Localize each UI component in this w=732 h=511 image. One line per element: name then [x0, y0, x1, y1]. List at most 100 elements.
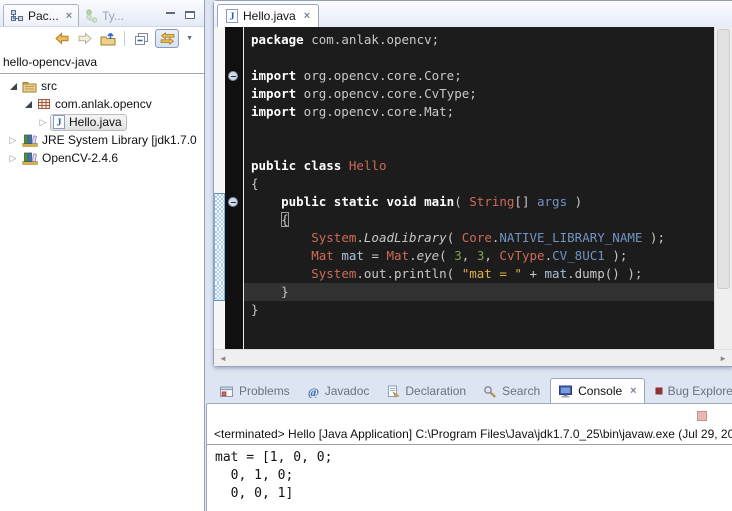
package-folder-icon: [22, 80, 37, 93]
annotation-ruler: [214, 211, 225, 229]
fold-gutter: [225, 139, 244, 157]
type-hierarchy-icon: [85, 9, 98, 23]
annotation-ruler: [214, 157, 225, 175]
close-icon[interactable]: ×: [66, 10, 72, 22]
code-token: import: [251, 104, 296, 119]
tree-item-selection: JRE System Library [jdk1.7.0: [20, 132, 201, 149]
code-text: import org.opencv.core.Mat;: [244, 103, 714, 121]
collapse-all-button[interactable]: [132, 30, 151, 48]
tab-hello-java[interactable]: J Hello.java ×: [217, 4, 319, 27]
code-token: ): [567, 194, 582, 209]
code-text: [244, 319, 714, 349]
maximize-icon[interactable]: [185, 11, 195, 19]
package-explorer-panel: Pac... × Ty... ▼ hello-opencv-java src co…: [0, 0, 205, 511]
code-text: import org.opencv.core.CvType;: [244, 85, 714, 103]
code-token: LoadLibrary: [364, 230, 447, 245]
twistie-collapsed-icon[interactable]: ▷: [6, 153, 20, 164]
twistie-expanded-icon[interactable]: [21, 101, 35, 108]
code-token: public class: [251, 158, 341, 173]
tab-bug-explorer[interactable]: Bug Explorer: [648, 379, 732, 403]
package-explorer-header: Pac... × Ty...: [0, 0, 204, 27]
code-token: (: [447, 230, 462, 245]
annotation-ruler: [214, 103, 225, 121]
tab-search[interactable]: Search: [476, 379, 547, 403]
code-line: [214, 139, 714, 157]
view-menu-icon[interactable]: ▼: [183, 35, 196, 42]
svg-text:@: @: [308, 385, 319, 398]
tab-type-hierarchy[interactable]: Ty...: [79, 5, 130, 26]
annotation-ruler: [214, 139, 225, 157]
annotation-ruler: [214, 67, 225, 85]
editor-hscrollbar[interactable]: ◄ ►: [214, 349, 732, 366]
tree-item-selection: com.anlak.opencv: [35, 96, 156, 113]
code-line: public class Hello: [214, 157, 714, 175]
fold-gutter: [225, 157, 244, 175]
tree-item-hello-java[interactable]: ▷JHello.java: [0, 113, 204, 131]
fold-gutter: [225, 265, 244, 283]
package-explorer-toolbar: ▼: [0, 27, 204, 50]
fold-gutter: [225, 103, 244, 121]
code-token: }: [251, 302, 259, 317]
code-text: package com.anlak.opencv;: [244, 31, 714, 49]
annotation-ruler: [214, 229, 225, 247]
tab-problems[interactable]: Problems: [212, 379, 297, 403]
terminate-button[interactable]: [697, 411, 707, 421]
minimize-icon[interactable]: [166, 11, 176, 20]
go-into-button[interactable]: [98, 30, 117, 48]
fold-gutter: [225, 121, 244, 139]
fold-gutter: [225, 211, 244, 229]
close-icon[interactable]: ×: [630, 385, 636, 397]
tree-item-label: com.anlak.opencv: [55, 97, 152, 111]
tree-item-label: OpenCV-2.4.6: [42, 151, 118, 165]
code-token: [251, 248, 311, 263]
console-output[interactable]: mat = [1, 0, 0; 0, 1, 0; 0, 0, 1]: [207, 445, 732, 503]
link-with-editor-button[interactable]: [155, 29, 179, 48]
tree-item-label: src: [41, 79, 57, 93]
project-tree: srccom.anlak.opencv▷JHello.java▷JRE Syst…: [0, 74, 204, 167]
tree-item-opencv-2-4-6[interactable]: ▷ OpenCV-2.4.6: [0, 149, 204, 167]
code-token: Core: [462, 230, 492, 245]
twistie-collapsed-icon[interactable]: ▷: [36, 117, 50, 128]
tab-javadoc[interactable]: @Javadoc: [300, 379, 377, 403]
editor-tabbar: J Hello.java ×: [214, 1, 732, 27]
tree-item-label: JRE System Library [jdk1.7.0: [42, 133, 197, 147]
code-token: .out.println(: [356, 266, 461, 281]
forward-button[interactable]: [75, 30, 94, 48]
triangle-icon: [10, 83, 17, 90]
library-icon: [22, 151, 38, 165]
code-line: [214, 319, 714, 349]
tab-package-explorer[interactable]: Pac... ×: [3, 4, 79, 26]
annotation-ruler: [214, 31, 225, 49]
scroll-left-icon[interactable]: ◄: [219, 354, 227, 363]
vscrollbar-thumb[interactable]: [717, 29, 730, 289]
twistie-expanded-icon[interactable]: [6, 83, 20, 90]
tree-item-jre-system-library-jdk1-7-0[interactable]: ▷ JRE System Library [jdk1.7.0: [0, 131, 204, 149]
tab-console[interactable]: Console×: [550, 378, 644, 403]
code-text: import org.opencv.core.Core;: [244, 67, 714, 85]
console-body: <terminated> Hello [Java Application] C:…: [206, 403, 732, 511]
code-line: import org.opencv.core.Mat;: [214, 103, 714, 121]
console-panel: Problems@JavadocDeclarationSearchConsole…: [206, 375, 732, 511]
twistie-collapsed-icon[interactable]: ▷: [6, 135, 20, 146]
close-icon[interactable]: ×: [304, 10, 310, 22]
code-token: import: [251, 86, 296, 101]
code-token: [251, 266, 311, 281]
fold-gutter: [225, 85, 244, 103]
code-text: public class Hello: [244, 157, 714, 175]
tree-item-com-anlak-opencv[interactable]: com.anlak.opencv: [0, 95, 204, 113]
scroll-right-icon[interactable]: ►: [719, 354, 727, 363]
tree-item-src[interactable]: src: [0, 77, 204, 95]
code-token: System: [311, 230, 356, 245]
project-root[interactable]: hello-opencv-java: [0, 50, 204, 74]
tab-declaration[interactable]: Declaration: [379, 379, 473, 403]
annotation-ruler: [214, 85, 225, 103]
eclipse-window: Pac... × Ty... ▼ hello-opencv-java src co…: [0, 0, 732, 511]
code-editor-area[interactable]: package com.anlak.opencv; import org.open…: [214, 27, 714, 349]
code-text: System.LoadLibrary( Core.NATIVE_LIBRARY_…: [244, 229, 714, 247]
editor-vscrollbar[interactable]: [714, 27, 732, 349]
fold-marker-icon[interactable]: [228, 71, 238, 81]
fold-marker-icon[interactable]: [228, 197, 238, 207]
fold-gutter: [225, 67, 244, 85]
code-token: ,: [484, 248, 499, 263]
back-button[interactable]: [52, 30, 71, 48]
